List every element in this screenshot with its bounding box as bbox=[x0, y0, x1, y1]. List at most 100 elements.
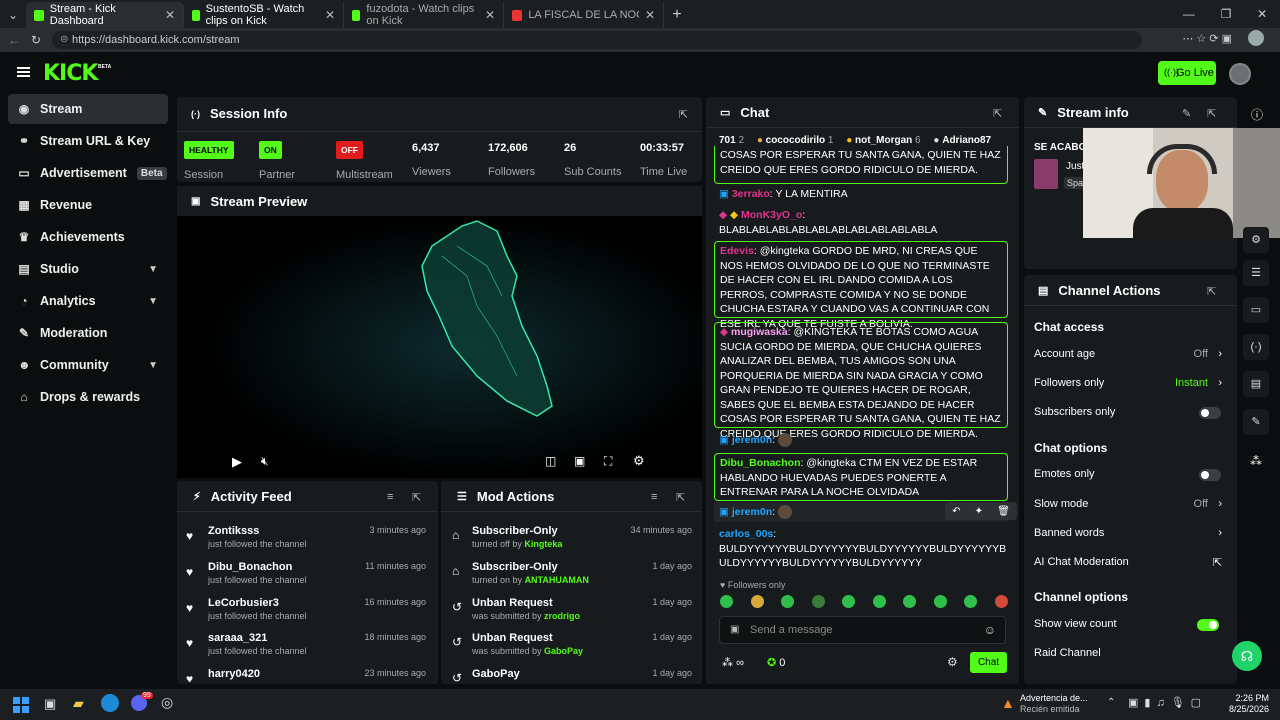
extensions-icon[interactable]: ⋯ ☆ ⟳ ▣ bbox=[1182, 32, 1232, 45]
minimize-icon[interactable]: — bbox=[1183, 7, 1195, 21]
moderator-name[interactable]: GaboPay bbox=[544, 646, 583, 656]
filter-icon[interactable]: ≡ bbox=[651, 491, 657, 503]
back-icon[interactable]: ← bbox=[8, 33, 20, 47]
obs-icon[interactable]: ◎ bbox=[161, 694, 173, 711]
start-icon[interactable] bbox=[13, 697, 29, 713]
menu-icon[interactable] bbox=[17, 67, 30, 77]
close-tab-icon[interactable]: ✕ bbox=[325, 8, 335, 22]
sidebar-item-community[interactable]: ☻ Community ▼ bbox=[8, 350, 168, 380]
rail-button-stream-info[interactable]: ✎ bbox=[1243, 409, 1269, 435]
clip-icon[interactable]: ▣ bbox=[574, 454, 585, 468]
popout-icon[interactable]: ⇱ bbox=[1207, 285, 1216, 298]
setting-account-age[interactable]: Account age Off › bbox=[1034, 348, 1222, 360]
sidebar-item-advertisement[interactable]: ▭ Advertisement Beta bbox=[8, 158, 168, 188]
file-explorer-icon[interactable]: ▰ bbox=[73, 695, 84, 712]
sidebar-item-achievements[interactable]: ♛ Achievements bbox=[8, 222, 168, 252]
username[interactable]: Dibu_Bonachon bbox=[208, 561, 292, 573]
gifter-name[interactable]: not_Morgan bbox=[855, 135, 912, 146]
gifter-name[interactable]: Adriano87 bbox=[942, 135, 991, 146]
username[interactable]: Zontiksss bbox=[208, 525, 259, 537]
popout-icon[interactable]: ⇱ bbox=[676, 491, 685, 504]
chat-username[interactable]: MonK3yO_o bbox=[741, 209, 802, 221]
emote-icon[interactable] bbox=[872, 595, 886, 608]
chat-username[interactable]: Dibu_Bonachon bbox=[720, 457, 801, 469]
help-headset-button[interactable]: ☊ bbox=[1232, 641, 1262, 671]
points-indicator[interactable]: ⁂ ∞ bbox=[722, 656, 744, 669]
chat-username[interactable]: 3errako bbox=[732, 188, 770, 200]
emote-icon[interactable] bbox=[750, 595, 764, 608]
kick-points[interactable]: ✪ 0 bbox=[767, 656, 785, 669]
delete-icon[interactable]: 🗑︎ bbox=[997, 506, 1010, 517]
restore-icon[interactable]: ❐ bbox=[1221, 7, 1232, 21]
setting-raid-channel[interactable]: Raid Channel bbox=[1034, 647, 1222, 659]
rail-button-list[interactable]: ☰ bbox=[1243, 260, 1269, 286]
kick-logo[interactable]: KICK bbox=[43, 61, 98, 86]
edit-icon[interactable]: ✎ bbox=[1182, 107, 1191, 120]
setting-slow-mode[interactable]: Slow mode Off › bbox=[1034, 498, 1222, 510]
emote-icon[interactable] bbox=[720, 595, 733, 608]
chat-input[interactable]: ▣ Send a message ☺ bbox=[719, 616, 1006, 644]
popout-icon[interactable]: ⇱ bbox=[679, 108, 688, 121]
chat-username[interactable]: jerem0n bbox=[732, 434, 772, 446]
moderator-name[interactable]: zrodrigo bbox=[544, 611, 580, 621]
profile-avatar[interactable] bbox=[1248, 30, 1264, 46]
emote-icon[interactable] bbox=[964, 595, 978, 608]
moderator-name[interactable]: ANTAHUAMAN bbox=[525, 575, 589, 585]
username[interactable]: LeCorbusier3 bbox=[208, 597, 279, 609]
emote-icon[interactable] bbox=[933, 595, 947, 608]
tab-list-icon[interactable]: ⌄ bbox=[0, 2, 26, 28]
username[interactable]: saraaa_321 bbox=[208, 632, 267, 644]
reload-icon[interactable]: ↻ bbox=[31, 33, 41, 47]
reply-icon[interactable]: ↶ bbox=[952, 506, 960, 517]
rail-button-actions[interactable]: ▤ bbox=[1243, 371, 1269, 397]
chat-settings-icon[interactable]: ⚙ bbox=[947, 655, 958, 669]
sidebar-item-analytics[interactable]: ◔ Analytics ▼ bbox=[8, 286, 168, 316]
setting-followers-only[interactable]: Followers only Instant › bbox=[1034, 377, 1222, 389]
site-info-icon[interactable]: ⊜ bbox=[60, 34, 68, 45]
emote-icon[interactable] bbox=[781, 595, 795, 608]
close-window-icon[interactable]: ✕ bbox=[1257, 7, 1267, 21]
clock[interactable]: 2:26 PM 8/25/2026 bbox=[1225, 693, 1269, 715]
chat-username[interactable]: Edevis bbox=[720, 245, 754, 257]
sidebar-item-stream[interactable]: ◉ Stream bbox=[8, 94, 168, 124]
new-tab-icon[interactable]: + bbox=[664, 2, 690, 28]
show-view-count-toggle[interactable] bbox=[1197, 619, 1219, 631]
rail-button-chat[interactable]: ▭ bbox=[1243, 297, 1269, 323]
url-field[interactable]: https://dashboard.kick.com/stream bbox=[52, 31, 1142, 49]
gifter-name[interactable]: 701 bbox=[719, 135, 736, 146]
task-view-icon[interactable]: ▣ bbox=[44, 696, 56, 712]
user-avatar[interactable] bbox=[1229, 63, 1251, 85]
sidebar-item-moderation[interactable]: ✎ Moderation bbox=[8, 318, 168, 348]
emote-icon[interactable] bbox=[842, 595, 856, 608]
sidebar-item-stream-url[interactable]: ⚭ Stream URL & Key bbox=[8, 126, 168, 156]
tab-la-fiscal[interactable]: LA FISCAL DE LA NOCHE - PIURA ✕ bbox=[504, 2, 664, 28]
emoji-icon[interactable]: ☺ bbox=[984, 623, 996, 637]
close-tab-icon[interactable]: ✕ bbox=[645, 8, 655, 22]
sidebar-item-revenue[interactable]: ▦ Revenue bbox=[8, 190, 168, 220]
setting-banned-words[interactable]: Banned words › bbox=[1034, 527, 1222, 539]
emote-icon[interactable] bbox=[903, 595, 917, 608]
popout-icon[interactable]: ⇱ bbox=[993, 107, 1002, 120]
sidebar-item-drops[interactable]: ⌂ Drops & rewards bbox=[8, 382, 168, 412]
tray-icons[interactable]: ▣▮♫🎙︎▢ bbox=[1128, 696, 1207, 709]
rail-button-settings[interactable]: ⚙ bbox=[1243, 227, 1269, 253]
edge-icon[interactable] bbox=[101, 694, 119, 712]
sidebar-item-studio[interactable]: ▤ Studio ▼ bbox=[8, 254, 168, 284]
popout-icon[interactable]: ⇱ bbox=[1207, 107, 1216, 120]
settings-gear-icon[interactable]: ⚙ bbox=[633, 453, 645, 469]
pin-icon[interactable]: ✦ bbox=[975, 506, 983, 517]
close-tab-icon[interactable]: ✕ bbox=[485, 8, 495, 22]
emote-icon[interactable] bbox=[994, 595, 1008, 608]
chat-username[interactable]: jerem0n bbox=[732, 506, 772, 518]
mute-icon[interactable]: 🔇︎ bbox=[261, 454, 269, 469]
setting-ai-chat-moderation[interactable]: AI Chat Moderation ⇱ bbox=[1034, 556, 1222, 569]
tab-sustentosb[interactable]: SustentoSB - Watch clips on Kick ✕ bbox=[184, 2, 344, 28]
chat-username[interactable]: mugiwaska bbox=[731, 326, 788, 338]
username[interactable]: harry0420 bbox=[208, 668, 260, 680]
gifter-name[interactable]: cococodirilo bbox=[766, 135, 825, 146]
notification-toast[interactable]: Advertencia de... Recién emitida bbox=[1020, 693, 1088, 715]
community-icon[interactable]: ⁂ bbox=[1250, 454, 1262, 468]
close-tab-icon[interactable]: ✕ bbox=[165, 8, 175, 22]
info-icon[interactable]: ⓘ bbox=[1251, 106, 1263, 123]
rail-button-session[interactable]: (·) bbox=[1243, 334, 1269, 360]
